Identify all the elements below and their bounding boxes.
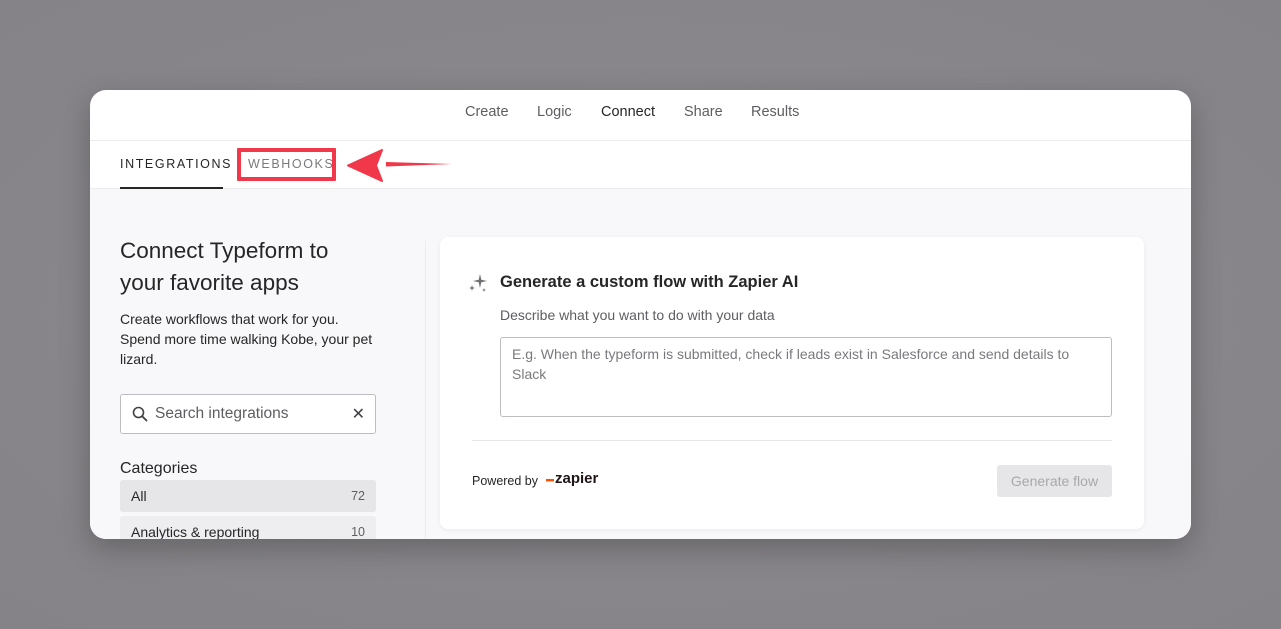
card-title: Generate a custom flow with Zapier AI bbox=[500, 273, 799, 291]
page-description: Create workflows that work for you. Spen… bbox=[120, 311, 373, 367]
zapier-logo-text: zapier bbox=[555, 470, 599, 487]
nav-results[interactable]: Results bbox=[751, 104, 799, 120]
annotation-highlight-box bbox=[237, 148, 336, 181]
sparkle-icon bbox=[469, 274, 487, 292]
nav-logic[interactable]: Logic bbox=[537, 104, 572, 120]
top-nav: Create Logic Connect Share Results bbox=[90, 90, 1191, 141]
page-title: Connect Typeform to your favorite apps bbox=[120, 235, 380, 299]
main-content: Connect Typeform to your favorite apps C… bbox=[90, 189, 1191, 539]
category-item-analytics[interactable]: Analytics & reporting 10 bbox=[120, 516, 376, 539]
flow-description-input[interactable] bbox=[500, 337, 1112, 417]
nav-share[interactable]: Share bbox=[684, 104, 723, 120]
zapier-ai-card: Generate a custom flow with Zapier AI De… bbox=[440, 237, 1144, 529]
category-count: 72 bbox=[351, 489, 365, 503]
annotation-arrow-icon bbox=[347, 149, 452, 182]
app-window: Create Logic Connect Share Results INTEG… bbox=[90, 90, 1191, 539]
category-count: 10 bbox=[351, 525, 365, 539]
sidebar-divider bbox=[425, 241, 426, 539]
powered-by-label: Powered by bbox=[472, 474, 539, 488]
card-subtitle: Describe what you want to do with your d… bbox=[500, 307, 775, 323]
category-label: Analytics & reporting bbox=[131, 524, 260, 539]
search-box: ✕ bbox=[120, 394, 376, 434]
page-title-line-1: Connect Typeform to bbox=[120, 238, 329, 263]
search-input[interactable] bbox=[155, 395, 345, 433]
nav-create[interactable]: Create bbox=[465, 104, 509, 120]
close-icon[interactable]: ✕ bbox=[352, 404, 365, 424]
page-title-line-2: your favorite apps bbox=[120, 270, 299, 295]
search-icon bbox=[132, 406, 148, 422]
zapier-logo: zapier bbox=[546, 470, 599, 487]
category-item-all[interactable]: All 72 bbox=[120, 480, 376, 512]
card-divider bbox=[472, 440, 1112, 441]
generate-flow-button[interactable]: Generate flow bbox=[997, 465, 1112, 497]
tab-integrations[interactable]: INTEGRATIONS bbox=[120, 157, 232, 171]
nav-connect[interactable]: Connect bbox=[601, 104, 655, 120]
categories-heading: Categories bbox=[120, 460, 198, 477]
category-label: All bbox=[131, 488, 147, 504]
